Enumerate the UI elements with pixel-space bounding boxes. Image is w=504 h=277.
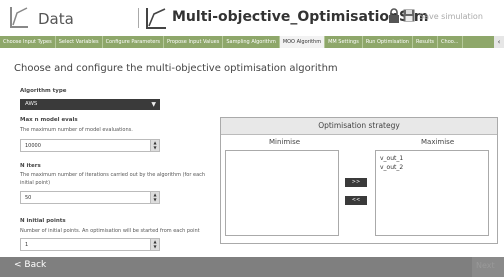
n-initial-points-stepper[interactable]: 1 ▲ ▼ <box>20 238 160 251</box>
tab-propose-input-values[interactable]: Propose Input Values <box>164 36 224 48</box>
n-initial-points-label: N initial points <box>20 218 66 224</box>
algorithm-type-select[interactable]: AWS ▼ <box>20 99 160 110</box>
decrement-icon[interactable]: ▼ <box>151 197 159 202</box>
tab-sampling-algorithm[interactable]: Sampling Algorithm <box>223 36 280 48</box>
algorithm-type-label: Algorithm type <box>20 88 67 94</box>
top-bar: Data Multi-objective_OptimisationSim Sav… <box>0 0 504 36</box>
decrement-icon[interactable]: ▼ <box>151 145 159 150</box>
n-iters-stepper[interactable]: 50 ▲ ▼ <box>20 191 160 204</box>
tab-run-optimisation[interactable]: Run Optimisation <box>363 36 413 48</box>
tab-select-variables[interactable]: Select Variables <box>56 36 103 48</box>
chevron-down-icon: ▼ <box>151 101 156 108</box>
minimise-header: Minimise <box>269 138 301 146</box>
minimise-list[interactable] <box>225 150 339 236</box>
save-icon[interactable] <box>403 9 415 22</box>
tab-configure-parameters[interactable]: Configure Parameters <box>103 36 165 48</box>
tab-choose-input-types[interactable]: Choose Input Types <box>0 36 56 48</box>
n-initial-points-value[interactable]: 1 <box>25 242 28 248</box>
tab-scroll-left-icon[interactable]: ‹ <box>494 36 504 48</box>
maximise-list[interactable]: v_out_1 v_out_2 <box>375 150 489 236</box>
bottom-nav-bar: < Back Next <box>0 257 504 277</box>
panel-title: Optimisation strategy <box>221 118 497 135</box>
move-to-minimise-button[interactable]: << <box>345 196 367 205</box>
page-title: Choose and configure the multi-objective… <box>14 63 338 74</box>
simulation-logo-icon <box>146 8 166 29</box>
tab-moo-algorithm[interactable]: MOO Algorithm <box>279 36 326 48</box>
tab-results[interactable]: Results <box>413 36 439 48</box>
next-button[interactable]: Next <box>476 261 495 270</box>
n-initial-points-description: Number of initial points. An optimisatio… <box>20 228 200 234</box>
list-item[interactable]: v_out_1 <box>376 154 488 163</box>
n-iters-value[interactable]: 50 <box>25 195 31 201</box>
back-button[interactable]: < Back <box>14 260 46 270</box>
optimisation-strategy-panel: Optimisation strategy Minimise Maximise … <box>220 117 498 244</box>
tab-choose-more[interactable]: Choo... <box>438 36 463 48</box>
list-item[interactable]: v_out_2 <box>376 163 488 172</box>
max-evals-value[interactable]: 10000 <box>25 143 41 149</box>
n-iters-description: The maximum number of iterations carried… <box>20 172 206 186</box>
app-logo-icon <box>10 7 28 28</box>
decrement-icon[interactable]: ▼ <box>151 244 159 249</box>
algorithm-type-value: AWS <box>25 101 38 107</box>
lock-icon[interactable] <box>388 8 400 24</box>
max-evals-description: The maximum number of model evaluations. <box>20 127 133 133</box>
wizard-tabs: Choose Input Types Select Variables Conf… <box>0 36 494 48</box>
n-iters-label: N iters <box>20 163 41 169</box>
tab-mm-settings[interactable]: MM Settings <box>325 36 363 48</box>
move-to-maximise-button[interactable]: >> <box>345 178 367 187</box>
max-evals-stepper[interactable]: 10000 ▲ ▼ <box>20 139 160 152</box>
app-title[interactable]: Data <box>38 10 74 28</box>
maximise-header: Maximise <box>421 138 455 146</box>
save-simulation-button[interactable]: Save simulation <box>419 12 483 21</box>
max-evals-label: Max n model evals <box>20 117 78 123</box>
header-divider <box>138 8 139 28</box>
